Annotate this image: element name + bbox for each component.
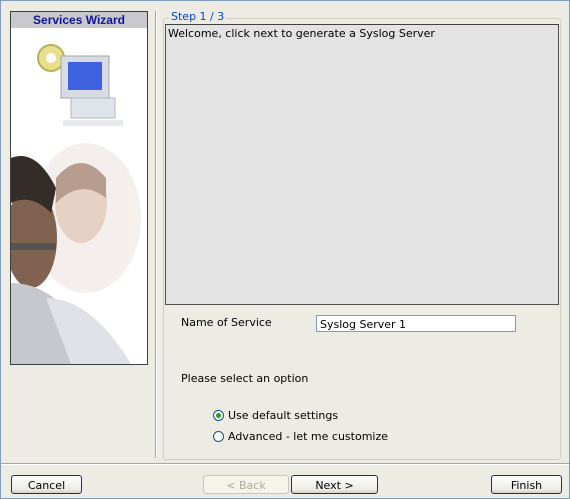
people-photo xyxy=(11,143,141,364)
back-button[interactable]: < Back xyxy=(203,475,289,494)
vertical-divider-highlight xyxy=(156,11,157,458)
wizard-window: Services Wizard Step 1 / 3 Welcome, clic… xyxy=(0,0,570,499)
message-panel: Welcome, click next to generate a Syslog… xyxy=(165,24,559,305)
finish-button[interactable]: Finish xyxy=(491,475,562,494)
welcome-message: Welcome, click next to generate a Syslog… xyxy=(168,27,435,40)
option-advanced-label: Advanced - let me customize xyxy=(228,430,389,443)
computer-gear-icon xyxy=(37,44,123,126)
next-button[interactable]: Next > xyxy=(291,475,378,494)
banner-title: Services Wizard xyxy=(11,12,147,28)
wizard-banner: Services Wizard xyxy=(10,11,148,365)
radio-default-settings[interactable] xyxy=(213,410,224,421)
cancel-button[interactable]: Cancel xyxy=(11,475,82,494)
service-name-input[interactable]: Syslog Server 1 xyxy=(316,315,516,332)
option-default-label: Use default settings xyxy=(228,409,339,422)
step-legend: Step 1 / 3 xyxy=(169,10,227,23)
option-advanced[interactable]: Advanced - let me customize xyxy=(213,430,388,443)
footer-divider-highlight xyxy=(1,464,569,465)
banner-image xyxy=(11,44,141,364)
radio-advanced[interactable] xyxy=(213,431,224,442)
option-default[interactable]: Use default settings xyxy=(213,409,338,422)
service-name-label: Name of Service xyxy=(181,316,272,329)
option-prompt: Please select an option xyxy=(181,372,309,385)
